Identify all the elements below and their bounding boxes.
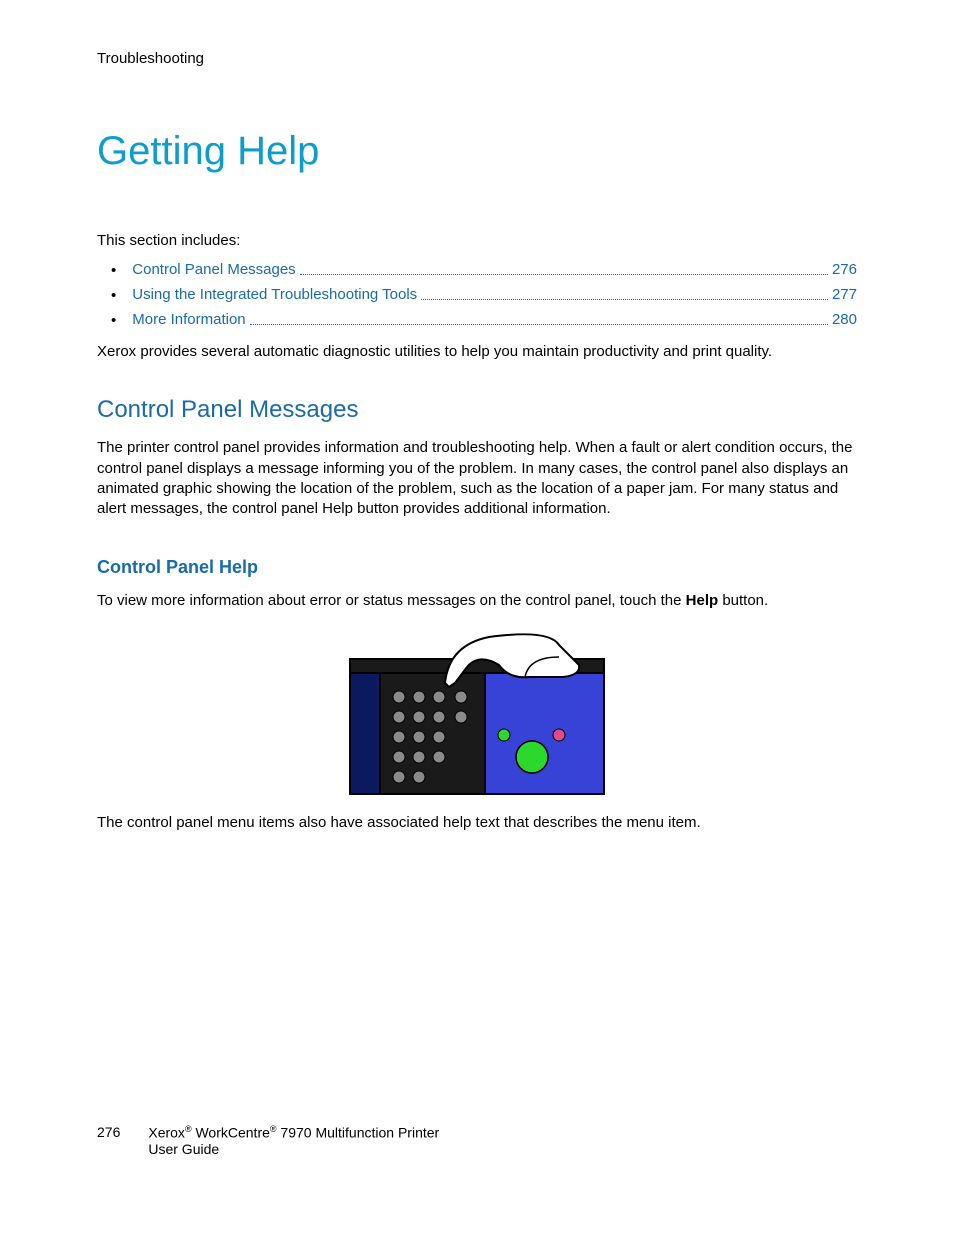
page-footer: 276 Xerox® WorkCentre® 7970 Multifunctio… xyxy=(97,1124,439,1157)
page-title: Getting Help xyxy=(97,129,857,174)
paragraph-menu-help: The control panel menu items also have a… xyxy=(97,813,857,833)
footer-brand-workcentre: WorkCentre xyxy=(192,1125,270,1141)
footer-line2: User Guide xyxy=(148,1141,439,1157)
bullet-icon: • xyxy=(111,263,116,278)
bullet-icon: • xyxy=(111,313,116,328)
footer-brand: Xerox® WorkCentre® 7970 Multifunction Pr… xyxy=(148,1124,439,1157)
paragraph-control-panel-messages: The printer control panel provides infor… xyxy=(97,438,857,519)
toc-page: 276 xyxy=(832,261,857,278)
toc-page: 280 xyxy=(832,311,857,328)
section-intro: This section includes: xyxy=(97,232,857,249)
footer-brand-xerox: Xerox xyxy=(148,1125,185,1141)
toc-leader xyxy=(250,324,828,325)
paragraph-diagnostics: Xerox provides several automatic diagnos… xyxy=(97,342,857,362)
control-panel-illustration xyxy=(97,627,857,795)
toc-link-control-panel-messages[interactable]: Control Panel Messages xyxy=(132,261,295,278)
control-panel-svg-icon xyxy=(349,627,605,795)
toc-list: • Control Panel Messages 276 • Using the… xyxy=(97,261,857,328)
text-fragment: button. xyxy=(718,592,768,609)
text-fragment: To view more information about error or … xyxy=(97,592,686,609)
toc-link-more-information[interactable]: More Information xyxy=(132,311,245,328)
toc-link-integrated-tools[interactable]: Using the Integrated Troubleshooting Too… xyxy=(132,286,417,303)
toc-leader xyxy=(300,274,828,275)
footer-page-number: 276 xyxy=(97,1124,120,1140)
toc-item: • More Information 280 xyxy=(97,311,857,328)
heading-control-panel-help: Control Panel Help xyxy=(97,557,857,578)
registered-icon: ® xyxy=(270,1124,277,1134)
paragraph-control-panel-help: To view more information about error or … xyxy=(97,592,857,609)
heading-control-panel-messages: Control Panel Messages xyxy=(97,396,857,424)
toc-leader xyxy=(421,299,828,300)
page-header-section: Troubleshooting xyxy=(97,50,857,67)
toc-item: • Using the Integrated Troubleshooting T… xyxy=(97,286,857,303)
help-button-label: Help xyxy=(686,592,719,609)
registered-icon: ® xyxy=(185,1124,192,1134)
toc-item: • Control Panel Messages 276 xyxy=(97,261,857,278)
bullet-icon: • xyxy=(111,288,116,303)
footer-brand-model: 7970 Multifunction Printer xyxy=(277,1125,440,1141)
toc-page: 277 xyxy=(832,286,857,303)
